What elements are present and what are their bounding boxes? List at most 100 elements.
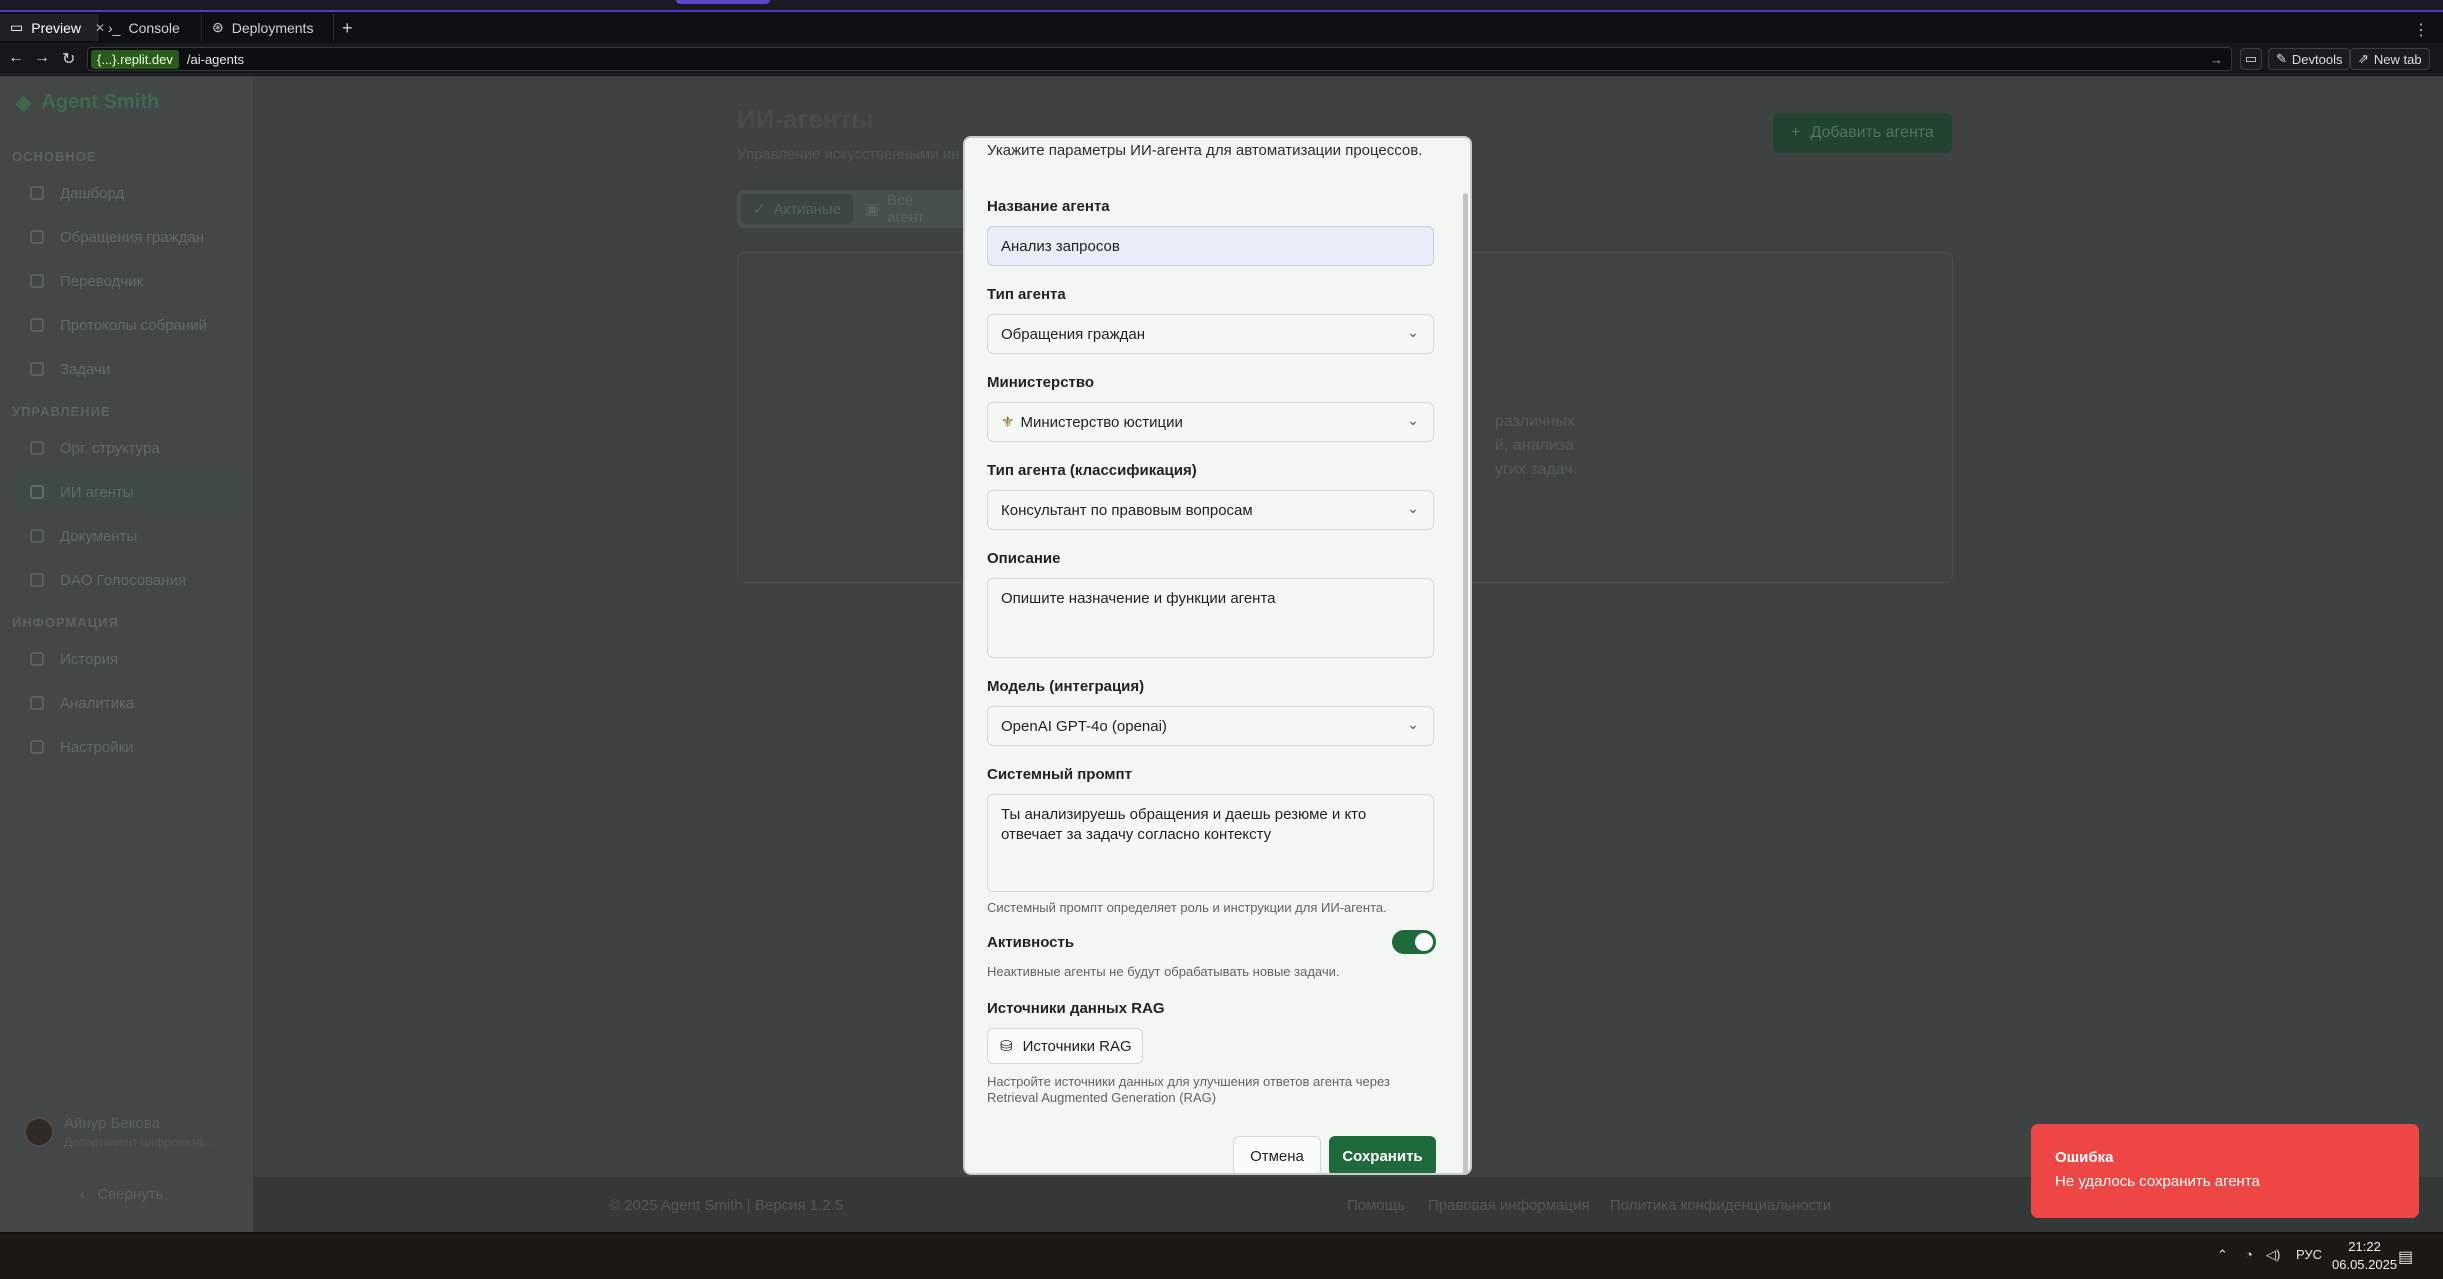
translate-icon	[30, 274, 44, 288]
grid-icon	[30, 186, 44, 200]
tab-console[interactable]: ›_ Console	[98, 14, 202, 41]
devtools-button[interactable]: ✎ Devtools	[2268, 48, 2351, 70]
vote-icon	[30, 573, 44, 587]
collapse-button[interactable]: ‹ Свернуть	[80, 1186, 163, 1203]
classification-select[interactable]: Консультант по правовым вопросам ⌄	[987, 490, 1434, 530]
url-host: {...}.replit.dev	[91, 49, 179, 69]
sidebar-item-documents[interactable]: Документы	[14, 519, 238, 553]
system-prompt-textarea[interactable]: Ты анализируешь обращения и даешь резюме…	[987, 794, 1434, 892]
new-tab-button[interactable]: ⇗ New tab	[2350, 48, 2430, 70]
layers-icon: ◈	[16, 92, 32, 114]
agent-name-input[interactable]: Анализ запросов	[987, 226, 1434, 266]
cancel-button[interactable]: Отмена	[1233, 1136, 1321, 1173]
notification-icon[interactable]: ▤	[2398, 1247, 2413, 1267]
chevron-down-icon: ⌄	[1407, 412, 1419, 428]
tab-active-agents[interactable]: ✓ Активные	[741, 194, 853, 224]
address-bar: ← → ↻ {...}.replit.dev /ai-agents → ▭ ✎ D…	[0, 43, 2443, 75]
footer-link-privacy[interactable]: Политика конфиденциальности	[1610, 1197, 1831, 1214]
ministry-select[interactable]: ⚜ Министерство юстиции ⌄	[987, 402, 1434, 442]
sidebar-item-protocols[interactable]: Протоколы собраний	[14, 308, 238, 342]
sidebar-item-appeals[interactable]: Обращения граждан	[14, 220, 238, 254]
terminal-icon: ›_	[108, 19, 121, 36]
section-title: УПРАВЛЕНИЕ	[12, 404, 111, 419]
history-icon	[30, 652, 44, 666]
active-hint: Неактивные агенты не будут обрабатывать …	[987, 964, 1340, 979]
kebab-menu-icon[interactable]: ⋮	[2413, 20, 2429, 40]
language-indicator[interactable]: РУС	[2296, 1247, 2322, 1262]
chevron-down-icon: ⌄	[1407, 324, 1419, 340]
brand[interactable]: ◈ Agent Smith	[16, 90, 159, 115]
user-department: Департамент цифровиза...	[64, 1135, 213, 1149]
open-external-icon[interactable]: →	[2210, 52, 2223, 67]
list-icon	[30, 362, 44, 376]
footer-link-help[interactable]: Помощь	[1347, 1197, 1405, 1214]
save-button[interactable]: Сохранить	[1329, 1136, 1436, 1173]
user-profile[interactable]: Айнур Бекова Департамент цифровиза...	[14, 1106, 240, 1158]
error-toast[interactable]: Ошибка Не удалось сохранить агента	[2031, 1124, 2419, 1218]
sidebar-item-ai-agents[interactable]: ИИ агенты	[14, 475, 238, 509]
sidebar-item-dao[interactable]: DAO Голосования	[14, 563, 238, 597]
dialog-scrollbar[interactable]	[1463, 193, 1468, 1173]
database-icon: ⛁	[1000, 1038, 1013, 1055]
screen-icon[interactable]: ▭	[2240, 48, 2262, 70]
active-label: Активность	[987, 934, 1075, 951]
section-title: ОСНОВНОЕ	[12, 149, 97, 164]
class-label: Тип агента (классификация)	[987, 462, 1197, 479]
description-textarea[interactable]: Опишите назначение и функции агента	[987, 578, 1434, 658]
tab-all-agents[interactable]: ▣ Все агент	[853, 192, 963, 226]
back-icon[interactable]: ←	[8, 49, 24, 67]
wrench-icon: ✎	[2276, 51, 2287, 66]
tab-preview[interactable]: ▭ Preview ✕	[0, 14, 105, 41]
external-icon: ⇗	[2358, 51, 2369, 66]
sidebar-item-translator[interactable]: Переводчик	[14, 264, 238, 298]
check-circle-icon: ✓	[753, 201, 766, 218]
page-subtitle: Управление искусственными ин	[737, 146, 960, 163]
rag-sources-button[interactable]: ⛁ Источники RAG	[987, 1028, 1143, 1064]
model-select[interactable]: OpenAI GPT-4o (openai) ⌄	[987, 706, 1434, 746]
sidebar-item-analytics[interactable]: Аналитика	[14, 686, 238, 720]
bot-icon: ▣	[864, 201, 880, 218]
reload-icon[interactable]: ↻	[62, 49, 75, 69]
rag-hint: Настройте источники данных для улучшения…	[987, 1074, 1390, 1105]
sidebar-item-tasks[interactable]: Задачи	[14, 352, 238, 386]
plus-icon: +	[1791, 124, 1801, 141]
chevron-up-icon[interactable]: ⌃	[2217, 1247, 2228, 1263]
rag-label: Источники данных RAG	[987, 1000, 1165, 1017]
toast-title: Ошибка	[2055, 1149, 2114, 1166]
ministry-label: Министерство	[987, 374, 1095, 391]
network-icon[interactable]: ◔	[2245, 1247, 2253, 1262]
deploy-icon: ⊛	[212, 19, 224, 35]
empty-state-text: различных й, анализа угих задач.	[1495, 413, 1578, 478]
new-tab-plus-icon[interactable]: +	[342, 18, 353, 39]
file-icon	[30, 529, 44, 543]
tab-deployments[interactable]: ⊛ Deployments	[202, 14, 334, 41]
emblem-icon: ⚜	[1001, 414, 1015, 431]
page-title: ИИ-агенты	[737, 104, 874, 134]
url-path: /ai-agents	[186, 51, 244, 67]
org-icon	[30, 441, 44, 455]
chevron-down-icon: ⌄	[1407, 716, 1419, 732]
filter-tabs: ✓ Активные ▣ Все агент	[737, 190, 967, 228]
clock[interactable]: 21:22 06.05.2025	[2332, 1238, 2397, 1274]
bot-icon	[30, 485, 44, 499]
forward-icon[interactable]: →	[34, 49, 50, 67]
copyright: © 2025 Agent Smith | Версия 1.2.5	[609, 1197, 844, 1214]
section-title: ИНФОРМАЦИЯ	[12, 615, 119, 630]
chevron-down-icon: ⌄	[1407, 500, 1419, 516]
agent-type-select[interactable]: Обращения граждан ⌄	[987, 314, 1434, 354]
footer-link-legal[interactable]: Правовая информация	[1428, 1197, 1589, 1214]
sidebar-item-history[interactable]: История	[14, 642, 238, 676]
url-field[interactable]: {...}.replit.dev /ai-agents →	[87, 47, 2232, 71]
description-label: Описание	[987, 550, 1061, 567]
volume-icon[interactable]: ◁)	[2266, 1247, 2280, 1263]
chevron-left-icon: ‹	[80, 1186, 85, 1203]
sidebar-item-org[interactable]: Орг. структура	[14, 431, 238, 465]
chart-icon	[30, 696, 44, 710]
active-toggle[interactable]	[1392, 930, 1436, 954]
name-label: Название агента	[987, 198, 1110, 215]
avatar	[24, 1117, 54, 1147]
sidebar-item-dashboard[interactable]: Дашборд	[14, 176, 238, 210]
add-agent-button[interactable]: + Добавить агента	[1773, 113, 1952, 153]
gear-icon	[30, 740, 44, 754]
sidebar-item-settings[interactable]: Настройки	[14, 730, 238, 764]
